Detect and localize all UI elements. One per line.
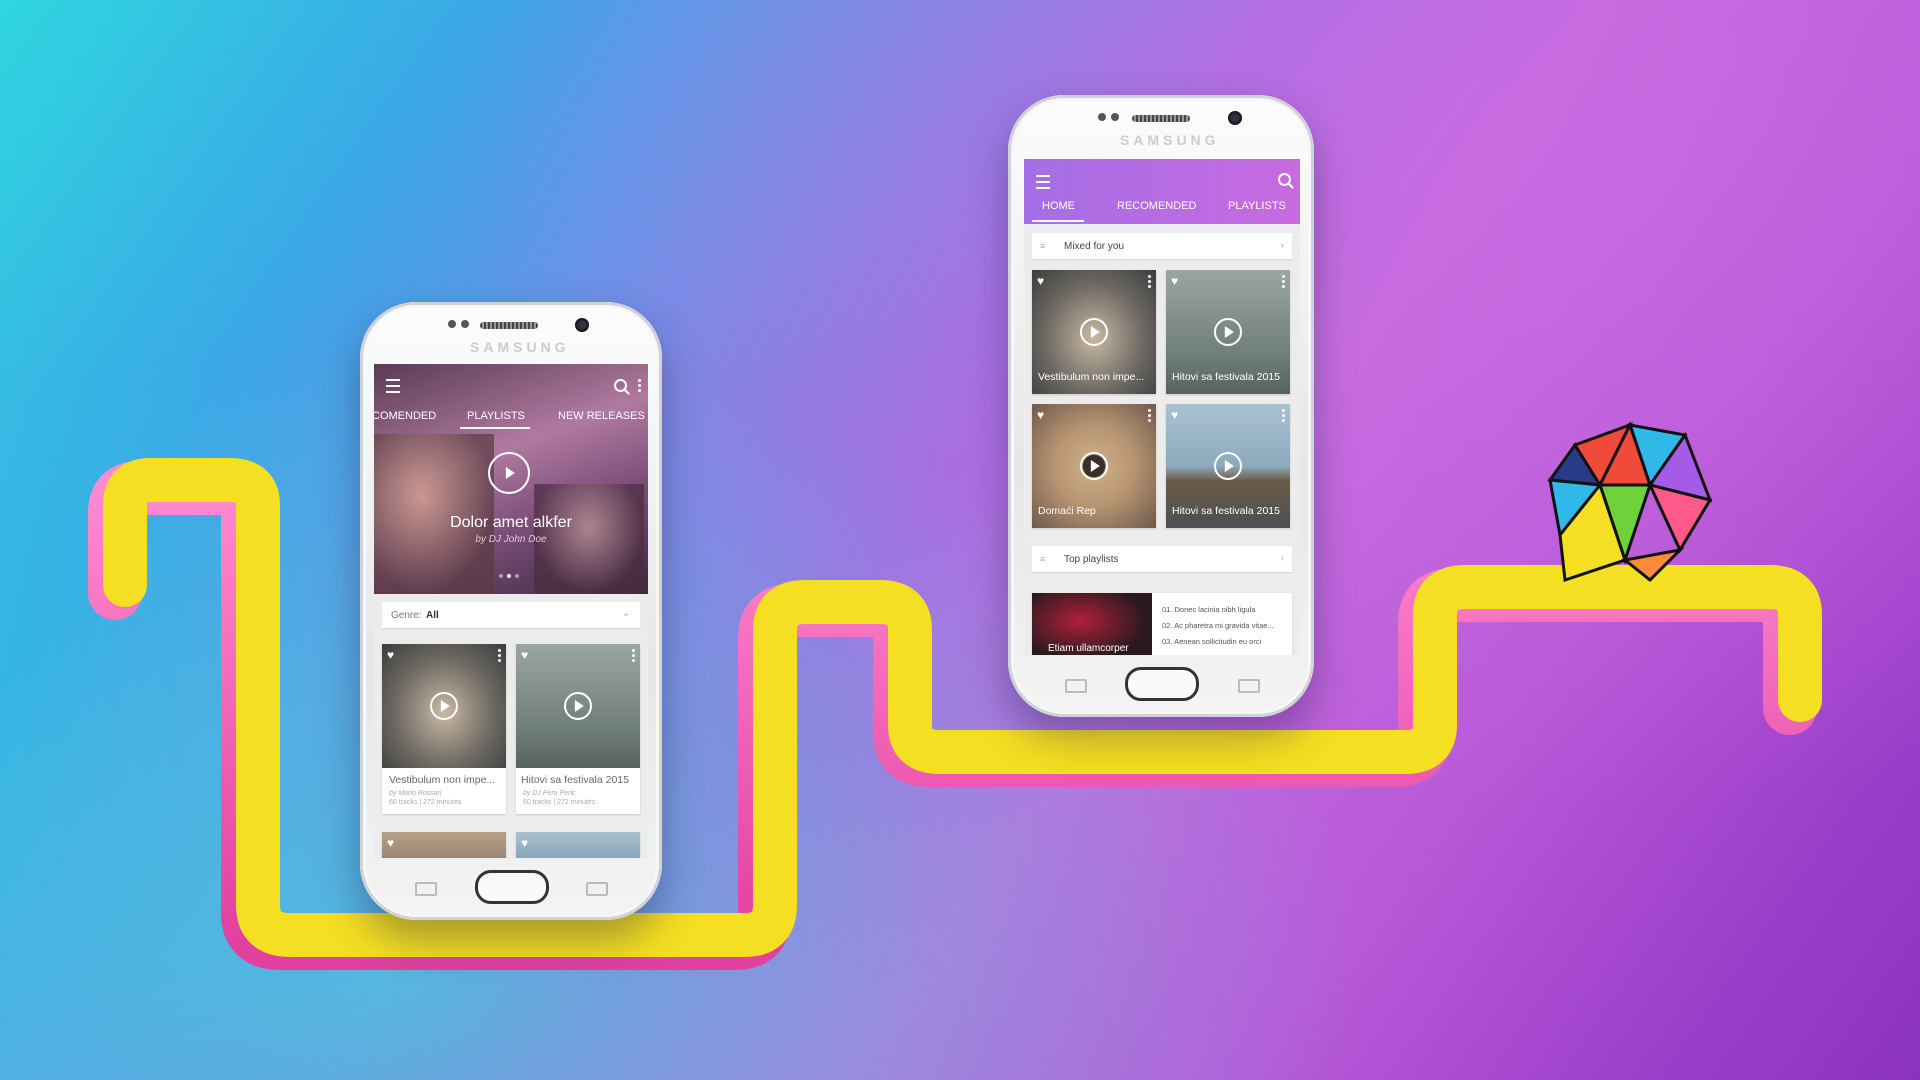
playlist-card[interactable]: ♥	[382, 832, 506, 858]
card-title: Vestibulum non impe...	[1038, 371, 1145, 383]
genre-value: All	[426, 610, 439, 621]
carousel-dots	[499, 574, 519, 578]
menu-icon[interactable]	[1036, 175, 1050, 189]
heart-icon[interactable]: ♥	[387, 837, 394, 849]
search-icon[interactable]	[614, 379, 627, 392]
phone-right: SAMSUNG HOME RECOMENDED PLAYLISTS ≡ Mixe…	[1008, 95, 1314, 717]
card-meta: 60 tracks | 272 minutes	[389, 799, 462, 806]
brand-logo: SAMSUNG	[470, 339, 570, 355]
app-header	[1024, 159, 1300, 224]
track-3[interactable]: 03. Aenean sollicitudin eu orci	[1162, 637, 1261, 646]
front-camera	[1228, 111, 1242, 125]
more-icon[interactable]	[1148, 414, 1151, 417]
more-icon[interactable]	[498, 654, 501, 657]
phone-left: SAMSUNG COMENDED PLAYLISTS NEW RELEASES …	[360, 302, 662, 920]
active-tab-indicator	[1032, 220, 1084, 222]
brand-logo: SAMSUNG	[1120, 132, 1220, 148]
heart-icon[interactable]: ♥	[1171, 275, 1178, 287]
heart-icon[interactable]: ♥	[1037, 409, 1044, 421]
hero-title: Dolor amet alkfer	[450, 514, 572, 531]
card-image-coast	[516, 832, 640, 858]
tab-recomended[interactable]: RECOMENDED	[1117, 200, 1196, 212]
more-icon[interactable]	[1148, 280, 1151, 283]
card-author: by DJ Pera Peric	[523, 790, 576, 797]
recent-apps-key[interactable]	[1065, 679, 1087, 693]
tab-playlists[interactable]: PLAYLISTS	[1228, 200, 1286, 212]
tab-new-releases[interactable]: NEW RELEASES	[558, 410, 645, 422]
card-image-guitar	[382, 832, 506, 858]
play-icon[interactable]	[1214, 318, 1242, 346]
home-button[interactable]	[1125, 667, 1199, 701]
heart-icon[interactable]: ♥	[1037, 275, 1044, 287]
more-icon[interactable]	[1282, 280, 1285, 283]
list-icon: ≡	[1040, 554, 1046, 564]
home-button[interactable]	[475, 870, 549, 904]
screen-left: COMENDED PLAYLISTS NEW RELEASES Dolor am…	[374, 364, 648, 858]
menu-icon[interactable]	[386, 379, 400, 393]
sensor-dots	[1098, 113, 1119, 121]
play-icon[interactable]	[488, 452, 530, 494]
colorful-polyhedron	[1547, 421, 1713, 583]
recent-apps-key[interactable]	[415, 882, 437, 896]
genre-dropdown[interactable]: Genre: All ⌄	[382, 602, 640, 628]
card-title: Domaći Rep	[1038, 505, 1096, 517]
tab-playlists[interactable]: PLAYLISTS	[467, 410, 525, 422]
back-key[interactable]	[586, 882, 608, 896]
sensor-dots	[448, 320, 469, 328]
playlist-card[interactable]: ♥ Hitovi sa festivala 2015	[1166, 270, 1290, 394]
chevron-right-icon: ›	[1280, 240, 1284, 251]
speaker	[480, 322, 538, 329]
play-icon[interactable]	[430, 692, 458, 720]
track-2[interactable]: 02. Ac pharetra mi gravida vitae...	[1162, 621, 1274, 630]
more-icon[interactable]	[638, 384, 641, 387]
section-title: Mixed for you	[1064, 241, 1125, 252]
search-icon[interactable]	[1278, 173, 1291, 186]
mixed-for-you-row[interactable]: ≡ Mixed for you ›	[1032, 233, 1292, 259]
section-title: Top playlists	[1064, 554, 1119, 565]
more-icon[interactable]	[632, 654, 635, 657]
heart-icon[interactable]: ♥	[387, 649, 394, 661]
playlist-card[interactable]: ♥ Hitovi sa festivala 2015 by DJ Pera Pe…	[516, 644, 640, 814]
track-1[interactable]: 01. Donec lacinia nibh ligula	[1162, 605, 1255, 614]
playlist-card[interactable]: ♥ Hitovi sa festivala 2015	[1166, 404, 1290, 528]
chevron-down-icon: ⌄	[621, 608, 630, 619]
screen-right: HOME RECOMENDED PLAYLISTS ≡ Mixed for yo…	[1024, 159, 1300, 655]
play-icon[interactable]	[564, 692, 592, 720]
front-camera	[575, 318, 589, 332]
active-tab-indicator	[460, 427, 530, 429]
chevron-right-icon: ›	[1280, 553, 1284, 564]
card-title: Hitovi sa festivala 2015	[1172, 371, 1280, 383]
playlist-card[interactable]: ♥ Vestibulum non impe... by Mario Rossar…	[382, 644, 506, 814]
card-title: Vestibulum non impe...	[389, 774, 496, 786]
playlist-card[interactable]: ♥ Domaći Rep	[1032, 404, 1156, 528]
tab-home[interactable]: HOME	[1042, 200, 1075, 212]
play-icon[interactable]	[1080, 452, 1108, 480]
card-title: Hitovi sa festivala 2015	[521, 774, 629, 786]
heart-icon[interactable]: ♥	[1171, 409, 1178, 421]
card-author: by Mario Rossari	[389, 790, 442, 797]
playlist-card[interactable]: ♥ Vestibulum non impe...	[1032, 270, 1156, 394]
playlist-card[interactable]: ♥	[516, 832, 640, 858]
heart-icon[interactable]: ♥	[521, 837, 528, 849]
heart-icon[interactable]: ♥	[521, 649, 528, 661]
speaker	[1132, 115, 1190, 122]
tab-recomended[interactable]: COMENDED	[374, 410, 436, 422]
hero-subtitle: by DJ John Doe	[475, 534, 547, 545]
play-icon[interactable]	[1080, 318, 1108, 346]
play-icon[interactable]	[1214, 452, 1242, 480]
more-icon[interactable]	[1282, 414, 1285, 417]
album-title: Etiam ullamcorper	[1048, 643, 1129, 654]
top-playlist-card[interactable]: Etiam ullamcorper 01. Donec lacinia nibh…	[1032, 593, 1292, 655]
filter-icon: ≡	[1040, 241, 1046, 251]
top-playlists-row[interactable]: ≡ Top playlists ›	[1032, 546, 1292, 572]
back-key[interactable]	[1238, 679, 1260, 693]
card-meta: 60 tracks | 272 minutes	[523, 799, 596, 806]
card-title: Hitovi sa festivala 2015	[1172, 505, 1280, 517]
genre-label: Genre:	[391, 610, 422, 621]
